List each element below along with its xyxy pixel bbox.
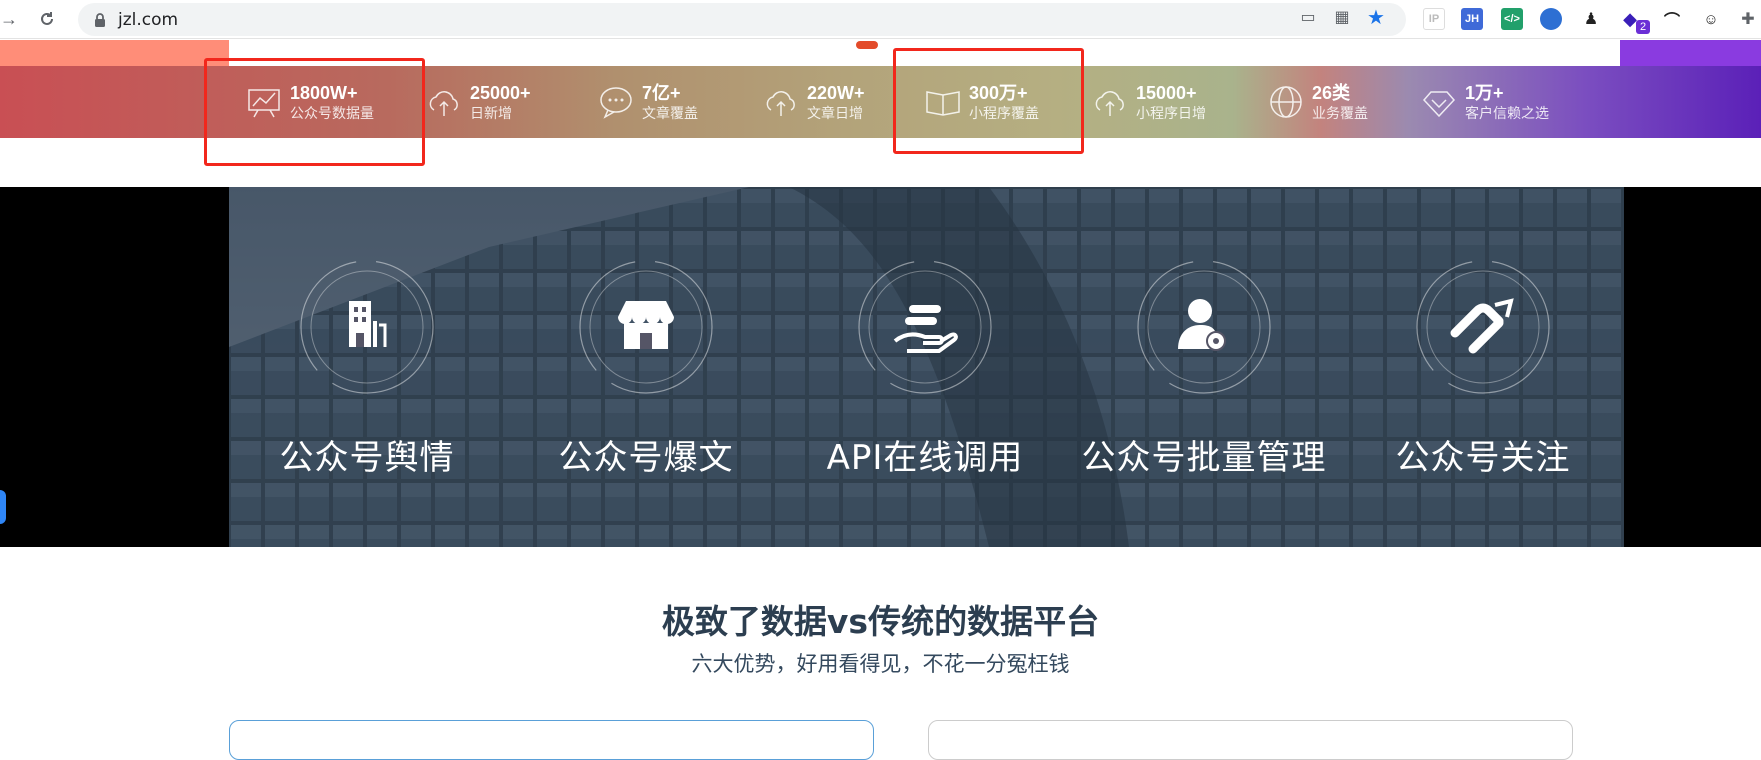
service-item[interactable]: 公众号舆情	[237, 187, 497, 547]
section-title: 极致了数据vs传统的数据平台	[661, 602, 1100, 641]
stat-label: 业务覆盖	[1312, 105, 1368, 121]
stat-value: 1万+	[1465, 83, 1504, 103]
stat-item: 220W+ 文章日增	[761, 66, 865, 138]
hand-coins-icon	[858, 260, 992, 394]
stat-value: 26类	[1312, 83, 1351, 103]
stat-label: 日新增	[470, 105, 512, 121]
building-icon	[300, 260, 434, 394]
chat-bubble-icon	[600, 87, 632, 119]
diamond-heart-icon	[1422, 91, 1456, 118]
user-gear-icon	[1137, 260, 1271, 394]
stat-item: 15000+ 小程序日增	[1090, 66, 1206, 138]
browser-toolbar: → jzl.com ▭ ▦ ★ IP JH </> ♟ ◆ 2 ⌒ ☺ ✚	[0, 0, 1761, 39]
extension-ip[interactable]: IP	[1423, 8, 1445, 30]
extension-spy-icon[interactable]: ♟	[1580, 8, 1602, 30]
extension-badge: 2	[1636, 20, 1650, 34]
stat-label: 文章日增	[807, 105, 863, 121]
services-hero: 公众号舆情 公众号爆文 API在线调用 公众号批量管理 公众号关注	[229, 187, 1624, 547]
extensions-puzzle-icon[interactable]: ✚	[1737, 8, 1759, 30]
stat-value: 25000+	[470, 83, 531, 103]
service-title: 公众号关注	[1395, 438, 1571, 478]
stat-label: 文章覆盖	[642, 105, 698, 121]
comparison-card-left	[229, 720, 874, 760]
address-bar[interactable]: jzl.com ▭ ▦ ★	[78, 3, 1406, 36]
reload-button[interactable]	[32, 4, 62, 34]
back-button[interactable]: →	[0, 4, 24, 34]
side-float-tab[interactable]	[0, 490, 6, 524]
stat-item: 25000+ 日新增	[424, 66, 531, 138]
device-icon[interactable]: ▭	[1298, 8, 1318, 28]
extension-hat-icon[interactable]: ⌒	[1661, 8, 1683, 30]
extension-code-icon[interactable]: </>	[1501, 8, 1523, 30]
stat-value: 220W+	[807, 83, 865, 103]
stat-value: 15000+	[1136, 83, 1197, 103]
red-arrow-icon	[856, 41, 878, 49]
service-item[interactable]: 公众号关注	[1353, 187, 1613, 547]
extension-globe-icon[interactable]	[1540, 8, 1562, 30]
cloud-upload-icon	[1095, 91, 1124, 116]
section-subtitle: 六大优势，好用看得见，不花一分冤枉钱	[691, 652, 1070, 676]
stat-value: 7亿+	[642, 83, 681, 103]
stat-item: 1万+ 客户信赖之选	[1419, 66, 1549, 138]
qr-icon[interactable]: ▦	[1332, 8, 1352, 28]
service-title: 公众号舆情	[279, 438, 455, 478]
cloud-upload-icon	[766, 91, 795, 116]
service-item[interactable]: 公众号批量管理	[1074, 187, 1334, 547]
service-title: 公众号批量管理	[1081, 438, 1327, 478]
bookmark-star-icon[interactable]: ★	[1366, 8, 1386, 28]
stat-item: 26类业务覆盖	[1266, 66, 1368, 138]
globe-icon	[1270, 86, 1302, 118]
comparison-card-right	[928, 720, 1573, 760]
service-title: API在线调用	[826, 438, 1024, 478]
service-item[interactable]: 公众号爆文	[516, 187, 776, 547]
highlight-box-mini-program	[893, 48, 1084, 154]
service-title: 公众号爆文	[558, 438, 734, 478]
stat-label: 小程序日增	[1136, 105, 1206, 121]
store-icon	[579, 260, 713, 394]
service-item[interactable]: API在线调用	[795, 187, 1055, 547]
cloud-upload-icon	[429, 91, 458, 116]
stat-item: 7亿+ 文章覆盖	[596, 66, 698, 138]
stat-label: 客户信赖之选	[1465, 105, 1549, 121]
handshake-icon	[1416, 260, 1550, 394]
url-text: jzl.com	[118, 9, 179, 30]
lock-icon	[95, 12, 105, 27]
extension-jh[interactable]: JH	[1461, 8, 1483, 30]
extension-panda-icon[interactable]: ☺	[1700, 8, 1722, 30]
reload-icon	[41, 12, 53, 25]
highlight-box-data-volume	[204, 58, 425, 166]
